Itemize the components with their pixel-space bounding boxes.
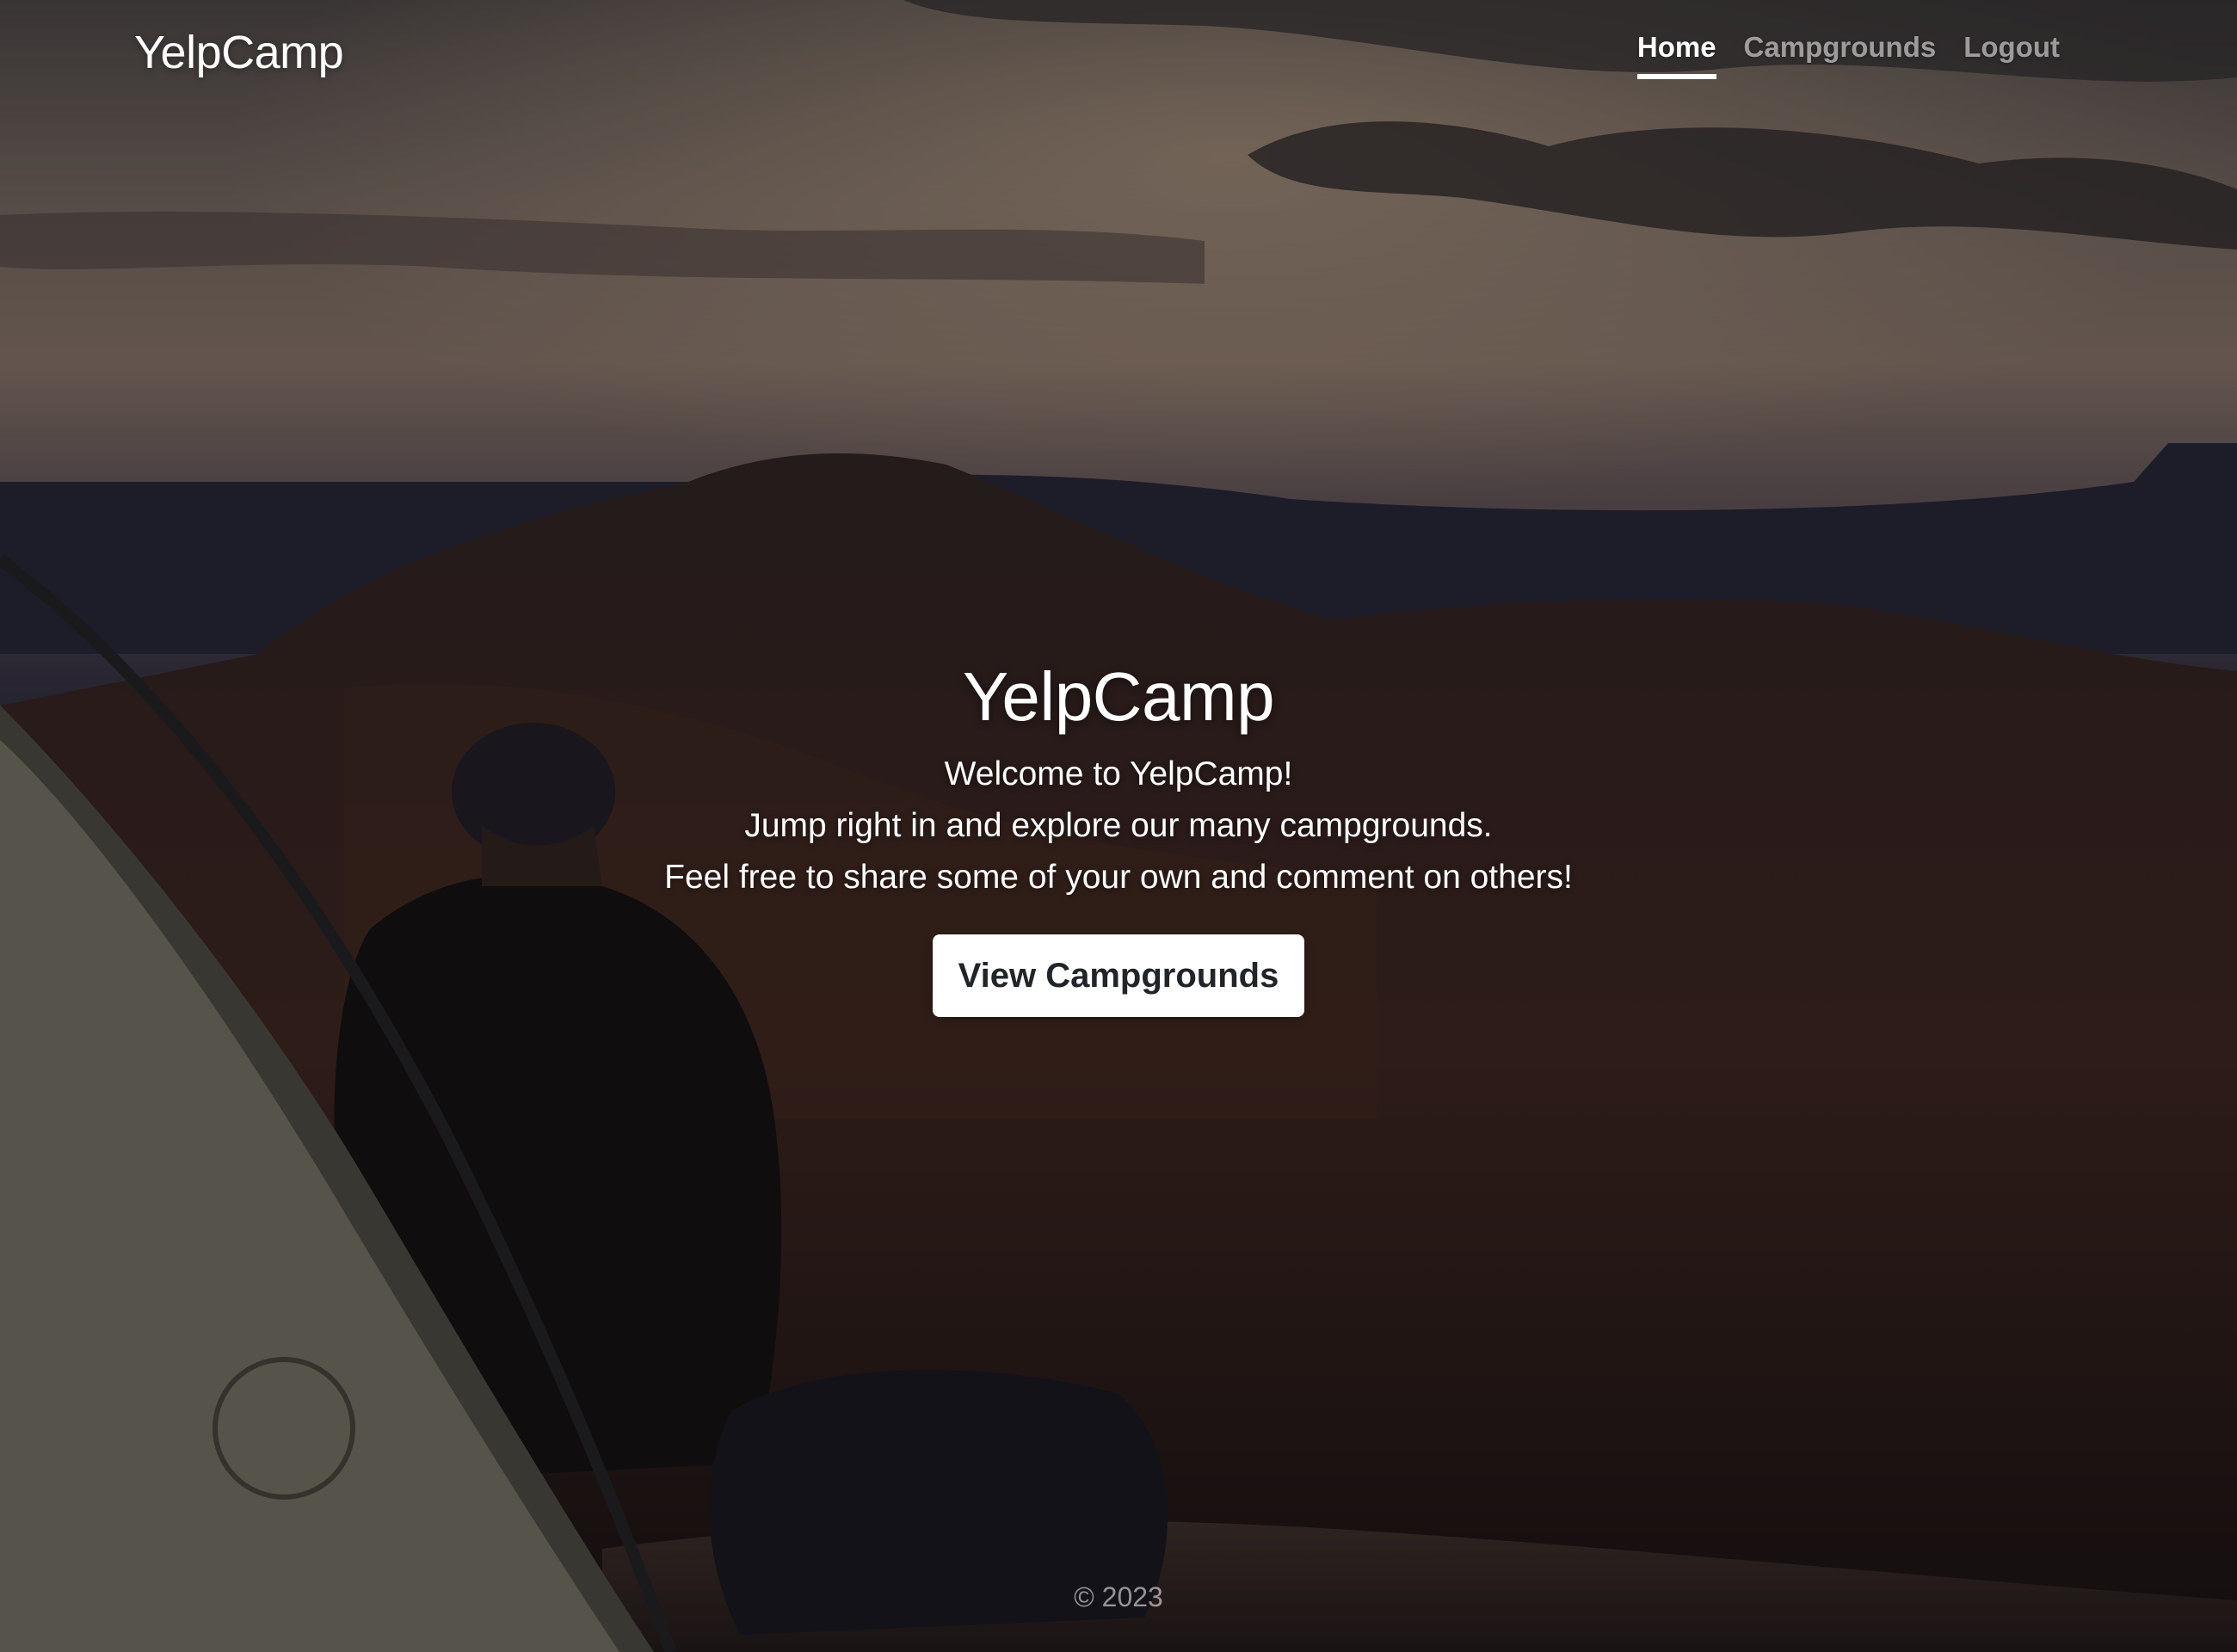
hero-line-explore: Jump right in and explore our many campg… — [744, 807, 1493, 844]
hero-line-welcome: Welcome to YelpCamp! — [944, 755, 1293, 792]
nav-link-home[interactable]: Home — [1636, 31, 1716, 79]
nav-link-campgrounds[interactable]: Campgrounds — [1744, 31, 1937, 79]
hero-lead: Welcome to YelpCamp! Jump right in and e… — [0, 749, 2237, 903]
brand-logo[interactable]: YelpCamp — [134, 26, 344, 79]
landing-page: YelpCamp Home Campgrounds Logout YelpCam… — [0, 0, 2237, 1652]
nav-link-logout[interactable]: Logout — [1963, 31, 2060, 79]
hero-title: YelpCamp — [962, 658, 1275, 735]
navbar: YelpCamp Home Campgrounds Logout — [0, 0, 2237, 112]
footer: © 2023 — [0, 1581, 2237, 1613]
hero-section: YelpCamp Welcome to YelpCamp! Jump right… — [0, 654, 2237, 1017]
hero-line-share: Feel free to share some of your own and … — [664, 859, 1573, 896]
nav-links: Home Campgrounds Logout — [1636, 31, 2060, 79]
view-campgrounds-button[interactable]: View Campgrounds — [932, 934, 1305, 1017]
copyright-text: © 2023 — [1074, 1581, 1163, 1612]
